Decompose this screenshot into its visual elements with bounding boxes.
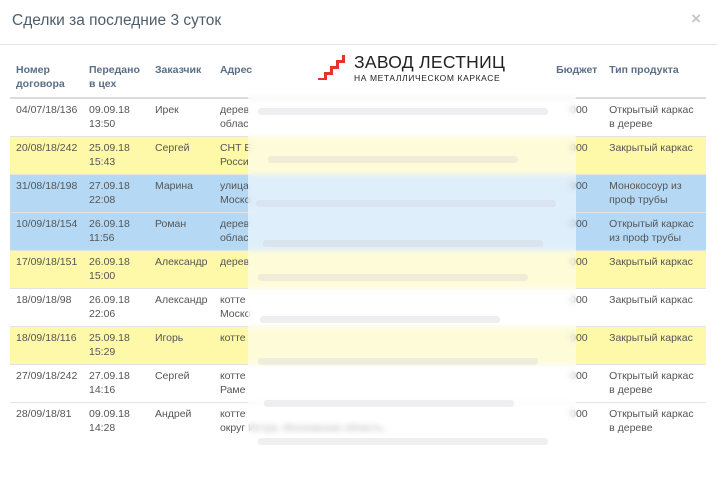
cell-address: котте Раме	[213, 364, 551, 403]
table-row[interactable]: 27/09/18/242 27.09.18 14:16 Сергей котте Раме…	[10, 364, 706, 403]
cell-number: 18/09/18/116	[10, 326, 83, 365]
cell-type: Открытый каркас в дереве	[603, 402, 706, 440]
cell-budget: 000	[550, 364, 604, 403]
cell-budget: 000	[550, 250, 604, 289]
column-header-customer[interactable]: Заказчик	[148, 56, 214, 99]
stairs-logo-icon	[318, 55, 345, 80]
cell-number: 28/09/18/81	[10, 402, 83, 440]
table-row[interactable]: 17/09/18/151 26.09.18 15:00 Александр дерев 0…	[10, 250, 706, 289]
column-header-number[interactable]: Номер договора	[10, 56, 83, 99]
column-header-sent[interactable]: Передано в цех	[82, 56, 149, 99]
cell-number: 17/09/18/151	[10, 250, 83, 289]
cell-customer: Сергей	[148, 136, 214, 175]
cell-customer: Марина	[148, 174, 214, 213]
cell-address: СНТ Е Росси	[213, 136, 551, 175]
cell-budget: 000	[550, 326, 604, 365]
cell-address: улица Моско	[213, 174, 551, 213]
cell-sent: 27.09.18 14:16	[82, 364, 149, 403]
cell-address: котте	[213, 326, 551, 365]
cell-sent: 27.09.18 22:08	[82, 174, 149, 213]
cell-customer: Игорь	[148, 326, 214, 365]
cell-budget: 000	[550, 174, 604, 213]
deals-table: Номер договора Передано в цех Заказчик А…	[10, 56, 706, 440]
cell-type: Закрытый каркас	[603, 326, 706, 365]
cell-budget: 000	[550, 97, 604, 137]
cell-address: дерев облас	[213, 97, 551, 137]
cell-sent: 25.09.18 15:43	[82, 136, 149, 175]
cell-address: дерев облас	[213, 212, 551, 251]
cell-budget: 000	[550, 288, 604, 327]
cell-sent: 26.09.18 22:06	[82, 288, 149, 327]
cell-sent: 09.09.18 13:50	[82, 97, 149, 137]
column-header-budget[interactable]: Бюджет	[550, 56, 604, 99]
cell-type: Монокосоур из проф трубы	[603, 174, 706, 213]
cell-customer: Александр	[148, 288, 214, 327]
cell-address: дерев	[213, 250, 551, 289]
cell-sent: 25.09.18 15:29	[82, 326, 149, 365]
cell-customer: Ирек	[148, 97, 214, 137]
cell-number: 04/07/18/136	[10, 97, 83, 137]
cell-address: котте Моско	[213, 288, 551, 327]
column-header-type[interactable]: Тип продукта	[603, 56, 706, 99]
close-icon[interactable]: ×	[691, 9, 701, 29]
company-logo: ЗАВОД ЛЕСТНИЦ НА МЕТАЛЛИЧЕСКОМ КАРКАСЕ	[316, 53, 505, 89]
cell-sent: 26.09.18 11:56	[82, 212, 149, 251]
cell-sent: 09.09.18 14:28	[82, 402, 149, 440]
modal-title: Сделки за последние 3 суток	[12, 12, 222, 29]
table-row[interactable]: 28/09/18/81 09.09.18 14:28 Андрей котте округ…	[10, 402, 706, 440]
cell-number: 10/09/18/154	[10, 212, 83, 251]
cell-budget: 000	[550, 402, 604, 440]
table-row[interactable]: 10/09/18/154 26.09.18 11:56 Роман дерев облас…	[10, 212, 706, 251]
cell-customer: Роман	[148, 212, 214, 251]
cell-type: Закрытый каркас	[603, 250, 706, 289]
cell-address: котте округ Истра, Московская область,	[213, 402, 551, 440]
cell-budget: 000	[550, 136, 604, 175]
cell-number: 18/09/18/98	[10, 288, 83, 327]
cell-customer: Сергей	[148, 364, 214, 403]
logo-subtitle: НА МЕТАЛЛИЧЕСКОМ КАРКАСЕ	[354, 73, 501, 83]
logo-title: ЗАВОД ЛЕСТНИЦ	[354, 52, 506, 72]
cell-type: Открытый каркас в дереве	[603, 364, 706, 403]
cell-number: 31/08/18/198	[10, 174, 83, 213]
table-row[interactable]: 18/09/18/98 26.09.18 22:06 Александр котте Мо…	[10, 288, 706, 327]
modal-header: Сделки за последние 3 суток ×	[0, 0, 717, 45]
cell-type: Закрытый каркас	[603, 288, 706, 327]
cell-type: Открытый каркас из проф трубы	[603, 212, 706, 251]
cell-number: 27/09/18/242	[10, 364, 83, 403]
cell-budget: 000	[550, 212, 604, 251]
cell-number: 20/08/18/242	[10, 136, 83, 175]
table-row[interactable]: 20/08/18/242 25.09.18 15:43 Сергей СНТ Е Росс…	[10, 136, 706, 175]
table-row[interactable]: 04/07/18/136 09.09.18 13:50 Ирек дерев облас 0…	[10, 97, 706, 137]
cell-customer: Андрей	[148, 402, 214, 440]
cell-type: Открытый каркас в дереве	[603, 97, 706, 137]
table-row[interactable]: 18/09/18/116 25.09.18 15:29 Игорь котте 000 За…	[10, 326, 706, 365]
cell-customer: Александр	[148, 250, 214, 289]
cell-sent: 26.09.18 15:00	[82, 250, 149, 289]
cell-type: Закрытый каркас	[603, 136, 706, 175]
table-row[interactable]: 31/08/18/198 27.09.18 22:08 Марина улица Моск…	[10, 174, 706, 213]
